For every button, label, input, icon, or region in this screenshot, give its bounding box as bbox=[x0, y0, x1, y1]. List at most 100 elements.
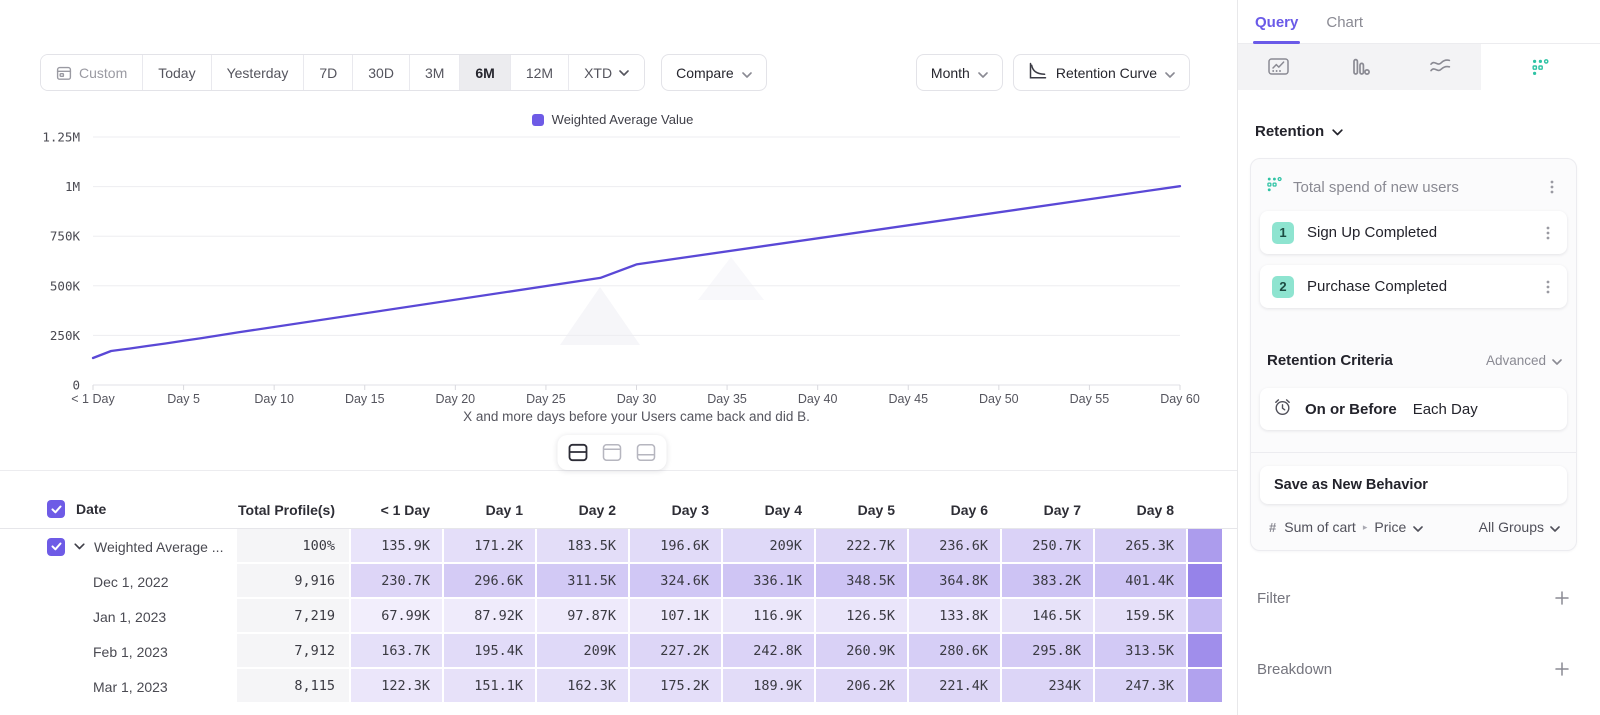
chevron-down-icon bbox=[1332, 123, 1343, 140]
advanced-dropdown[interactable]: Advanced bbox=[1486, 353, 1562, 368]
behavior-step[interactable]: 1Sign Up Completed bbox=[1260, 211, 1567, 254]
date-range-segmented-control: Custom Today Yesterday 7D30D3M6M12MXTD bbox=[40, 54, 645, 91]
range-button-30d[interactable]: 30D bbox=[353, 55, 410, 90]
value-cell: 146.5K bbox=[1000, 599, 1093, 634]
value-cell: 183.5K bbox=[535, 529, 628, 564]
x-axis-tick-label: Day 5 bbox=[167, 392, 200, 406]
chart-type-flow-button[interactable] bbox=[1400, 44, 1481, 90]
x-axis-tick-label: Day 10 bbox=[254, 392, 294, 406]
value-cell: 151.1K bbox=[442, 669, 535, 704]
x-axis-tick-label: < 1 Day bbox=[71, 392, 115, 406]
value-cell: 126.5K bbox=[814, 599, 907, 634]
value-cell: 296.6K bbox=[442, 564, 535, 599]
save-as-new-behavior-button[interactable]: Save as New Behavior bbox=[1260, 466, 1567, 504]
retention-criteria-label: Retention Criteria bbox=[1267, 352, 1486, 369]
behavior-header[interactable]: Total spend of new users bbox=[1260, 168, 1567, 200]
step-kebab-menu[interactable] bbox=[1539, 223, 1557, 243]
table-row[interactable]: Mar 1, 20238,115122.3K151.1K162.3K175.2K… bbox=[0, 669, 1237, 704]
chart-type-insights-button[interactable] bbox=[1238, 44, 1319, 90]
value-cell: 236.6K bbox=[907, 529, 1000, 564]
day-header-cell: Day 5 bbox=[814, 502, 907, 528]
value-cell: 159.5K bbox=[1093, 599, 1186, 634]
table-row[interactable]: Weighted Average ...100%135.9K171.2K183.… bbox=[0, 529, 1237, 564]
add-filter-button[interactable] bbox=[1552, 588, 1572, 608]
range-label: Custom bbox=[79, 65, 127, 81]
measure-property: Price bbox=[1374, 519, 1406, 535]
behavior-step[interactable]: 2Purchase Completed bbox=[1260, 265, 1567, 308]
layout-bottom-pane-view-button[interactable] bbox=[632, 440, 661, 465]
range-button-12m[interactable]: 12M bbox=[511, 55, 569, 90]
value-cell: 222.7K bbox=[814, 529, 907, 564]
value-cell: 175.2K bbox=[628, 669, 721, 704]
number-property-icon: # bbox=[1269, 520, 1276, 535]
row-label: Jan 1, 2023 bbox=[0, 609, 166, 625]
tab-query[interactable]: Query bbox=[1255, 14, 1298, 43]
profiles-cell: 7,219 bbox=[237, 599, 349, 634]
layout-top-pane-view-button[interactable] bbox=[598, 440, 627, 465]
triangle-right-icon: ▸ bbox=[1363, 522, 1368, 533]
alarm-clock-icon bbox=[1272, 397, 1293, 422]
x-axis-tick-label: Day 60 bbox=[1160, 392, 1200, 406]
value-cell: 189.9K bbox=[721, 669, 814, 704]
row-checkbox[interactable] bbox=[47, 538, 65, 556]
criteria-card[interactable]: On or Before Each Day bbox=[1260, 388, 1567, 430]
granularity-label: Month bbox=[931, 65, 970, 81]
value-cell: 221.4K bbox=[907, 669, 1000, 704]
value-cell: 336.1K bbox=[721, 564, 814, 599]
chart-type-retention-button[interactable] bbox=[1481, 44, 1600, 90]
profiles-cell: 8,115 bbox=[237, 669, 349, 704]
step-number-badge: 1 bbox=[1272, 222, 1294, 244]
sidebar-tabs: Query Chart bbox=[1238, 0, 1600, 44]
retention-section-label: Retention bbox=[1255, 123, 1324, 140]
tab-chart[interactable]: Chart bbox=[1326, 14, 1363, 43]
layout-split-view-button[interactable] bbox=[564, 440, 593, 465]
chart-type-select[interactable]: Retention Curve bbox=[1013, 54, 1190, 91]
value-cell: 401.4K bbox=[1093, 564, 1186, 599]
legend-label: Weighted Average Value bbox=[552, 112, 694, 127]
measure-property-dropdown[interactable]: Sum of cart ▸ Price bbox=[1284, 519, 1470, 535]
chevron-down-icon bbox=[1552, 353, 1562, 368]
step-kebab-menu[interactable] bbox=[1539, 277, 1557, 297]
table-row[interactable]: Jan 1, 20237,21967.99K87.92K97.87K107.1K… bbox=[0, 599, 1237, 634]
chevron-down-icon bbox=[1550, 519, 1560, 535]
retention-section-dropdown[interactable]: Retention bbox=[1255, 123, 1577, 140]
granularity-select[interactable]: Month bbox=[916, 54, 1003, 91]
save-as-new-behavior-label: Save as New Behavior bbox=[1274, 477, 1428, 493]
advanced-label: Advanced bbox=[1486, 353, 1546, 368]
row-label-cell: Weighted Average ... bbox=[0, 529, 237, 564]
select-all-checkbox[interactable] bbox=[47, 500, 65, 518]
profiles-header-cell: Total Profile(s) bbox=[237, 502, 349, 528]
range-button-custom[interactable]: Custom bbox=[41, 55, 143, 90]
value-cell: 107.1K bbox=[628, 599, 721, 634]
table-row[interactable]: Dec 1, 20229,916230.7K296.6K311.5K324.6K… bbox=[0, 564, 1237, 599]
all-groups-dropdown[interactable]: All Groups bbox=[1479, 519, 1560, 535]
chart-type-bar-button[interactable] bbox=[1319, 44, 1400, 90]
day-header-cell: Day 4 bbox=[721, 502, 814, 528]
divider bbox=[1251, 452, 1576, 453]
table-row[interactable]: Feb 1, 20237,912163.7K195.4K209K227.2K24… bbox=[0, 634, 1237, 669]
range-button-xtd[interactable]: XTD bbox=[569, 55, 644, 90]
range-button-6m[interactable]: 6M bbox=[460, 55, 510, 90]
value-cell: 209K bbox=[721, 529, 814, 564]
range-button-yesterday[interactable]: Yesterday bbox=[212, 55, 305, 90]
x-axis-tick-label: Day 35 bbox=[707, 392, 747, 406]
value-cell: 230.7K bbox=[349, 564, 442, 599]
x-axis-tick-label: Day 50 bbox=[979, 392, 1019, 406]
range-label: Yesterday bbox=[227, 65, 289, 81]
step-label: Purchase Completed bbox=[1307, 278, 1526, 295]
criteria-condition: On or Before bbox=[1305, 401, 1397, 418]
criteria-window: Each Day bbox=[1413, 401, 1478, 418]
row-label: Feb 1, 2023 bbox=[0, 644, 168, 660]
weighted-average-line bbox=[93, 186, 1180, 358]
chart-legend[interactable]: Weighted Average Value bbox=[0, 112, 1225, 127]
row-expander-chevron-icon[interactable] bbox=[74, 543, 85, 550]
value-cell: 133.8K bbox=[907, 599, 1000, 634]
range-button-3m[interactable]: 3M bbox=[410, 55, 460, 90]
add-breakdown-button[interactable] bbox=[1552, 659, 1572, 679]
day9-partial-cell bbox=[1186, 564, 1222, 599]
range-button-today[interactable]: Today bbox=[143, 55, 211, 90]
behavior-kebab-menu[interactable] bbox=[1543, 177, 1561, 197]
compare-button[interactable]: Compare bbox=[661, 54, 767, 91]
range-button-7d[interactable]: 7D bbox=[304, 55, 353, 90]
retention-dots-icon bbox=[1266, 176, 1283, 198]
